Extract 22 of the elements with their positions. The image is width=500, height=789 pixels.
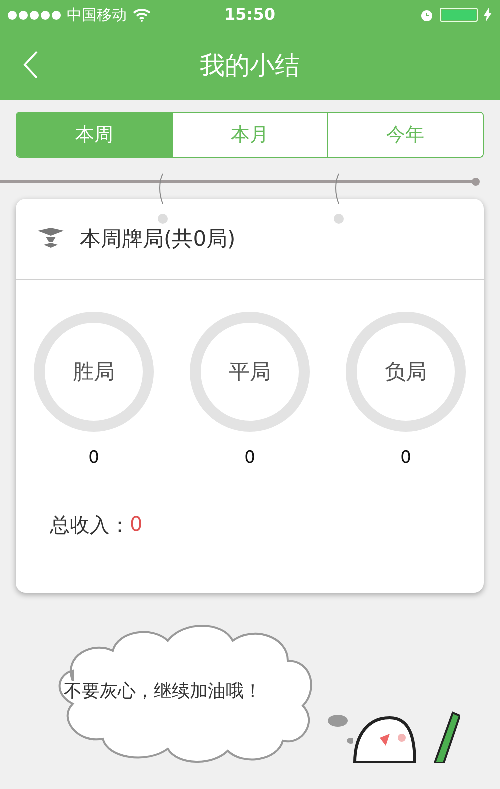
result-label: 胜局: [73, 359, 115, 386]
result-label: 负局: [385, 359, 427, 386]
charging-icon: [484, 8, 492, 22]
card-table-icon: [36, 227, 66, 251]
period-tab[interactable]: 本月: [172, 113, 328, 157]
result-count: 0: [400, 448, 412, 468]
battery-icon: [440, 8, 478, 22]
status-time: 15:50: [224, 5, 276, 24]
result-count: 0: [244, 448, 256, 468]
page-title: 我的小结: [200, 50, 300, 82]
income-label: 总收入：: [50, 512, 130, 539]
period-tab[interactable]: 本周: [17, 113, 172, 157]
period-tab[interactable]: 今年: [327, 113, 483, 157]
income-value: 0: [130, 512, 143, 538]
carrier-name: 中国移动: [67, 6, 127, 24]
result-count: 0: [88, 448, 100, 468]
alarm-icon: [420, 8, 434, 22]
bubble-text: 不要灰心，继续加油哦！: [64, 680, 262, 703]
card-title: 本周牌局(共0局): [80, 226, 236, 253]
wifi-icon: [133, 8, 151, 22]
result-label: 平局: [229, 359, 271, 386]
signal-icon: [8, 10, 61, 20]
